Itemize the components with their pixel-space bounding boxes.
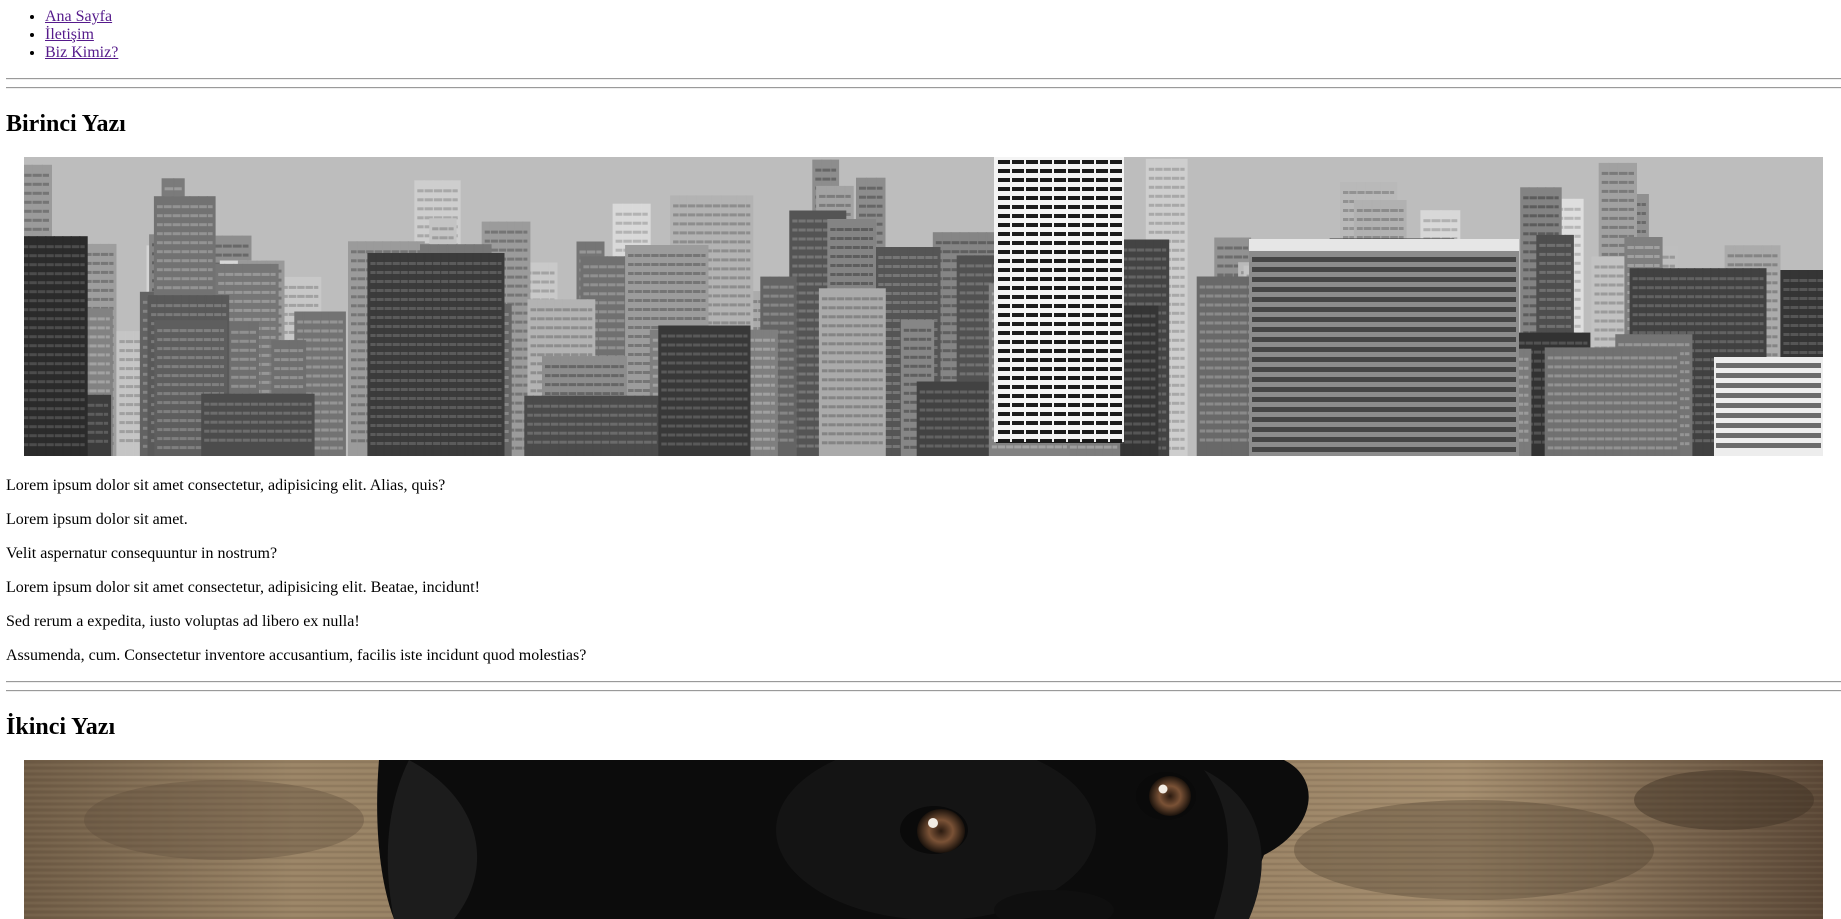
- nav-item-contact: İletişim: [45, 26, 118, 44]
- nav-list: Ana Sayfa İletişim Biz Kimiz?: [0, 8, 118, 62]
- post-paragraph: Assumenda, cum. Consectetur inventore ac…: [6, 647, 587, 664]
- nav-link-contact[interactable]: İletişim: [45, 26, 94, 43]
- nav-item-about: Biz Kimiz?: [45, 44, 118, 62]
- post-title: Birinci Yazı: [6, 111, 126, 137]
- post-paragraph: Lorem ipsum dolor sit amet consectetur, …: [6, 477, 446, 494]
- nav-item-home: Ana Sayfa: [45, 8, 118, 26]
- nav-link-home[interactable]: Ana Sayfa: [45, 8, 112, 25]
- divider: [6, 87, 1841, 89]
- post-paragraph: Sed rerum a expedita, iusto voluptas ad …: [6, 613, 360, 630]
- divider: [6, 681, 1841, 683]
- divider: [6, 78, 1841, 80]
- post-title: İkinci Yazı: [6, 714, 116, 740]
- post-paragraph: Lorem ipsum dolor sit amet.: [6, 511, 188, 528]
- city-skyline-image: [24, 157, 1823, 456]
- post-image: [24, 157, 1823, 456]
- post-paragraph: Velit aspernatur consequuntur in nostrum…: [6, 545, 278, 562]
- page: Ana Sayfa İletişim Biz Kimiz? Birinci Ya…: [0, 0, 1841, 919]
- black-dog-image: [24, 760, 1823, 919]
- divider: [6, 690, 1841, 692]
- nav-link-about[interactable]: Biz Kimiz?: [45, 44, 118, 61]
- post-image: [24, 760, 1823, 919]
- post-paragraph: Lorem ipsum dolor sit amet consectetur, …: [6, 579, 480, 596]
